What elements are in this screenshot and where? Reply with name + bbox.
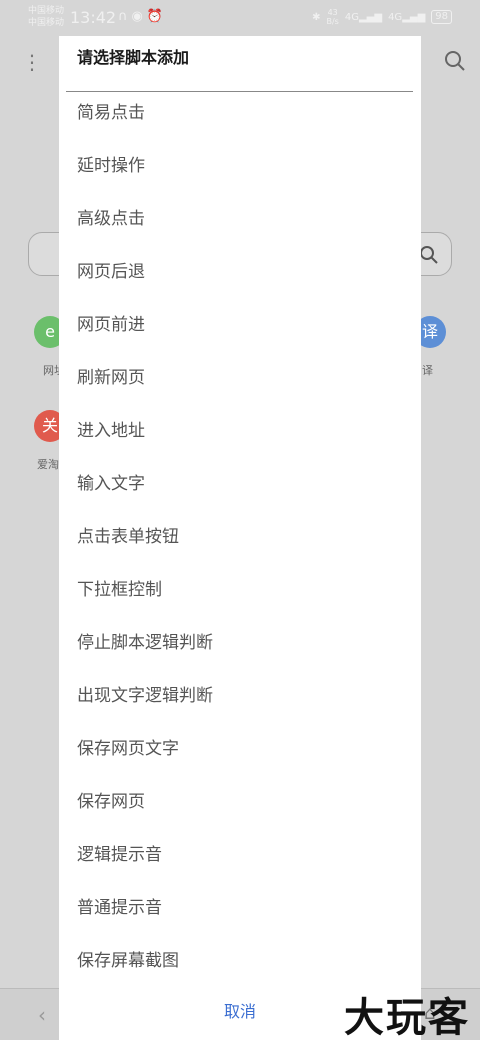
carrier-2: 中国移动 bbox=[28, 18, 65, 28]
overflow-menu-icon: ⋮ bbox=[22, 50, 42, 74]
signal-2-icon: 4G▂▄▆ bbox=[388, 11, 426, 23]
option-delay[interactable]: 延时操作 bbox=[59, 140, 421, 193]
headset-icon: ∩ bbox=[118, 9, 132, 24]
app-label: 译 bbox=[422, 364, 433, 377]
option-page-forward[interactable]: 网页前进 bbox=[59, 299, 421, 352]
status-bar: 中国移动 中国移动 13:42 ∩◉⏰ ✱ 43 B/s 4G▂▄▆ 4G▂▄▆… bbox=[0, 0, 480, 36]
carrier-labels: 中国移动 中国移动 bbox=[28, 5, 64, 29]
option-page-back[interactable]: 网页后退 bbox=[59, 246, 421, 299]
carrier-1: 中国移动 bbox=[28, 6, 65, 16]
watermark-logo: 大玩客 bbox=[344, 994, 470, 1040]
app-label: 爱淘 bbox=[37, 458, 59, 471]
option-input-text[interactable]: 输入文字 bbox=[59, 458, 421, 511]
option-normal-sound[interactable]: 普通提示音 bbox=[59, 882, 421, 935]
option-enter-url[interactable]: 进入地址 bbox=[59, 405, 421, 458]
script-select-dialog: 请选择脚本添加 简易点击 延时操作 高级点击 网页后退 网页前进 刷新网页 进入… bbox=[59, 36, 421, 1040]
search-icon bbox=[444, 50, 466, 76]
option-save-screenshot[interactable]: 保存屏幕截图 bbox=[59, 935, 421, 988]
option-click-form-button[interactable]: 点击表单按钮 bbox=[59, 511, 421, 564]
search-icon bbox=[419, 245, 439, 269]
option-advanced-click[interactable]: 高级点击 bbox=[59, 193, 421, 246]
option-dropdown-control[interactable]: 下拉框控制 bbox=[59, 564, 421, 617]
back-arrow-icon: ‹ bbox=[38, 1003, 46, 1027]
option-save-page-text[interactable]: 保存网页文字 bbox=[59, 723, 421, 776]
clock: 13:42 bbox=[70, 8, 117, 27]
option-save-page[interactable]: 保存网页 bbox=[59, 776, 421, 829]
option-logic-sound[interactable]: 逻辑提示音 bbox=[59, 829, 421, 882]
battery-indicator: 98 bbox=[431, 10, 452, 24]
eye-icon: ◉ bbox=[131, 9, 147, 24]
status-right: ✱ 43 B/s 4G▂▄▆ 4G▂▄▆ 98 bbox=[312, 8, 452, 26]
option-refresh-page[interactable]: 刷新网页 bbox=[59, 352, 421, 405]
option-text-appears-logic[interactable]: 出现文字逻辑判断 bbox=[59, 670, 421, 723]
notification-icons: ∩◉⏰ bbox=[118, 9, 167, 24]
dialog-title: 请选择脚本添加 bbox=[77, 48, 190, 67]
option-simple-click[interactable]: 简易点击 bbox=[59, 87, 421, 140]
option-list: 简易点击 延时操作 高级点击 网页后退 网页前进 刷新网页 进入地址 输入文字 … bbox=[59, 87, 421, 988]
signal-1-icon: 4G▂▄▆ bbox=[344, 11, 383, 23]
alarm-icon: ⏰ bbox=[146, 9, 168, 24]
net-speed: 43 B/s bbox=[326, 8, 339, 26]
option-stop-script-logic[interactable]: 停止脚本逻辑判断 bbox=[59, 617, 421, 670]
bluetooth-icon: ✱ bbox=[312, 11, 321, 23]
